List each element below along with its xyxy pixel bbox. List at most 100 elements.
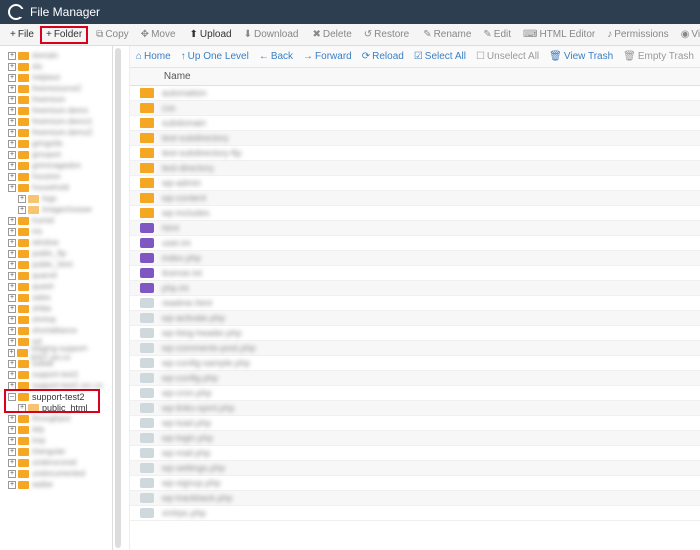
list-row[interactable]: css (130, 101, 700, 116)
tree-item[interactable]: +triangular (6, 446, 112, 457)
back-button[interactable]: ←Back (259, 51, 293, 62)
tree-item[interactable]: +freemium-demo2 (6, 127, 112, 138)
tree-toggle-icon[interactable]: + (8, 129, 16, 137)
list-row[interactable]: test-directory (130, 161, 700, 176)
tree-toggle-icon[interactable]: + (8, 52, 16, 60)
tree-toggle-icon[interactable]: + (8, 316, 16, 324)
delete-button[interactable]: ✖Delete (306, 25, 357, 45)
edit-button[interactable]: ✎Edit (477, 25, 517, 45)
tree-toggle-icon[interactable]: + (8, 228, 16, 236)
tree-toggle-icon[interactable]: + (8, 426, 16, 434)
tree-toggle-icon[interactable]: + (8, 184, 16, 192)
select-all-button[interactable]: ☑Select All (414, 51, 466, 62)
list-row[interactable]: wp-content (130, 191, 700, 206)
tree-item[interactable]: +helptext (6, 72, 112, 83)
tree-scrollbar[interactable] (115, 48, 121, 548)
restore-button[interactable]: ↺Restore (358, 25, 415, 45)
tree-toggle-icon[interactable]: + (8, 415, 16, 423)
list-row[interactable]: wp-includes (130, 206, 700, 221)
tree-item[interactable]: +throughput (6, 413, 112, 424)
tree-item[interactable]: +staging-support-kh07.siv.co (6, 347, 112, 358)
tree-toggle-icon[interactable]: + (8, 272, 16, 280)
tree-item[interactable]: +walter (6, 479, 112, 490)
home-button[interactable]: ⌂Home (136, 51, 171, 62)
list-row[interactable]: xmlrpc.php (130, 506, 700, 521)
list-row[interactable]: wp-links-opml.php (130, 401, 700, 416)
tree-item[interactable]: +domain (6, 50, 112, 61)
tree-item[interactable]: +tmp (6, 435, 112, 446)
tree-toggle-icon[interactable]: + (8, 294, 16, 302)
list-row[interactable]: wp-config.php (130, 371, 700, 386)
list-row[interactable]: test-subdirectory (130, 131, 700, 146)
tree-toggle-icon[interactable]: + (8, 162, 16, 170)
tree-item[interactable]: +houston (6, 171, 112, 182)
tree-item[interactable]: +window (6, 237, 112, 248)
tree-item[interactable]: +freemium-demo (6, 105, 112, 116)
tree-item[interactable]: +quash (6, 281, 112, 292)
tree-item[interactable]: +tidy (6, 424, 112, 435)
tree-toggle-icon[interactable]: + (8, 459, 16, 467)
permissions-button[interactable]: ♪Permissions (601, 25, 674, 45)
list-row[interactable]: test-subdirectory-ftp (130, 146, 700, 161)
tree-toggle-icon[interactable]: + (8, 470, 16, 478)
tree-toggle-icon[interactable]: + (8, 217, 16, 225)
tree-item[interactable]: +grimmagedon (6, 160, 112, 171)
tree-toggle-icon[interactable]: + (8, 151, 16, 159)
tree-item[interactable]: +humid (6, 215, 112, 226)
empty-trash-button[interactable]: 🗑Empty Trash (623, 51, 694, 62)
new-file-button[interactable]: +File (4, 25, 40, 45)
tree-item[interactable]: +iris (6, 226, 112, 237)
tree-toggle-icon[interactable]: + (18, 206, 26, 214)
list-row[interactable]: wp-load.php (130, 416, 700, 431)
download-button[interactable]: ⬇Download (238, 25, 305, 45)
tree-item[interactable]: +undocumented (6, 468, 112, 479)
view-trash-button[interactable]: 🗑View Trash (549, 51, 613, 62)
tree-item[interactable]: +etc (6, 61, 112, 72)
tree-toggle-icon[interactable]: + (8, 338, 16, 346)
tree-item[interactable]: +public_ftp (6, 248, 112, 259)
unselect-all-button[interactable]: ☐Unselect All (476, 51, 539, 62)
tree-item[interactable]: +shortalliance (6, 325, 112, 336)
copy-button[interactable]: ⧉Copy (90, 25, 135, 45)
tree-toggle-icon[interactable]: + (8, 74, 16, 82)
tree-toggle-icon[interactable]: + (8, 448, 16, 456)
tree-toggle-icon[interactable]: + (8, 481, 16, 489)
tree-item[interactable]: +groupon (6, 149, 112, 160)
list-row[interactable]: wp-mail.php (130, 446, 700, 461)
list-row[interactable]: wp-cron.php (130, 386, 700, 401)
tree-toggle-icon[interactable]: + (8, 250, 16, 258)
tree-item[interactable]: +underscored (6, 457, 112, 468)
rename-button[interactable]: ✎Rename (417, 25, 477, 45)
tree-toggle-icon[interactable]: + (8, 371, 16, 379)
list-row[interactable]: html (130, 221, 700, 236)
tree-toggle-icon[interactable]: + (8, 96, 16, 104)
reload-button[interactable]: ⟳Reload (362, 51, 404, 62)
upload-button[interactable]: ⬆Upload (184, 25, 238, 45)
list-row[interactable]: wp-activate.php (130, 311, 700, 326)
tree-item[interactable]: +sales (6, 292, 112, 303)
tree-item[interactable]: +logs (6, 193, 112, 204)
tree-item[interactable]: +quarrel (6, 270, 112, 281)
list-row[interactable]: wp-config-sample.php (130, 356, 700, 371)
list-row[interactable]: wp-signup.php (130, 476, 700, 491)
tree-toggle-icon[interactable]: + (8, 239, 16, 247)
list-row[interactable]: readme.html (130, 296, 700, 311)
tree-item[interactable]: +gringotts (6, 138, 112, 149)
tree-toggle-icon[interactable]: + (8, 173, 16, 181)
list-row[interactable]: wp-trackback.php (130, 491, 700, 506)
up-one-level-button[interactable]: ↑Up One Level (181, 51, 249, 62)
tree-item[interactable]: +public_html (6, 259, 112, 270)
tree-toggle-icon[interactable]: + (8, 140, 16, 148)
tree-toggle-icon[interactable]: + (8, 283, 16, 291)
list-row[interactable]: index.php (130, 251, 700, 266)
folder-tree[interactable]: +domain+etc+helptext+freeresource2+freem… (0, 46, 113, 550)
list-row[interactable]: user.ini (130, 236, 700, 251)
tree-item[interactable]: +freemium (6, 94, 112, 105)
tree-toggle-icon[interactable]: + (8, 437, 16, 445)
list-row[interactable]: license.txt (130, 266, 700, 281)
list-row[interactable]: php.ini (130, 281, 700, 296)
tree-item[interactable]: +imagechooser (6, 204, 112, 215)
tree-item[interactable]: +freeresource2 (6, 83, 112, 94)
tree-toggle-icon[interactable]: + (8, 261, 16, 269)
list-row[interactable]: wp-comments-post.php (130, 341, 700, 356)
